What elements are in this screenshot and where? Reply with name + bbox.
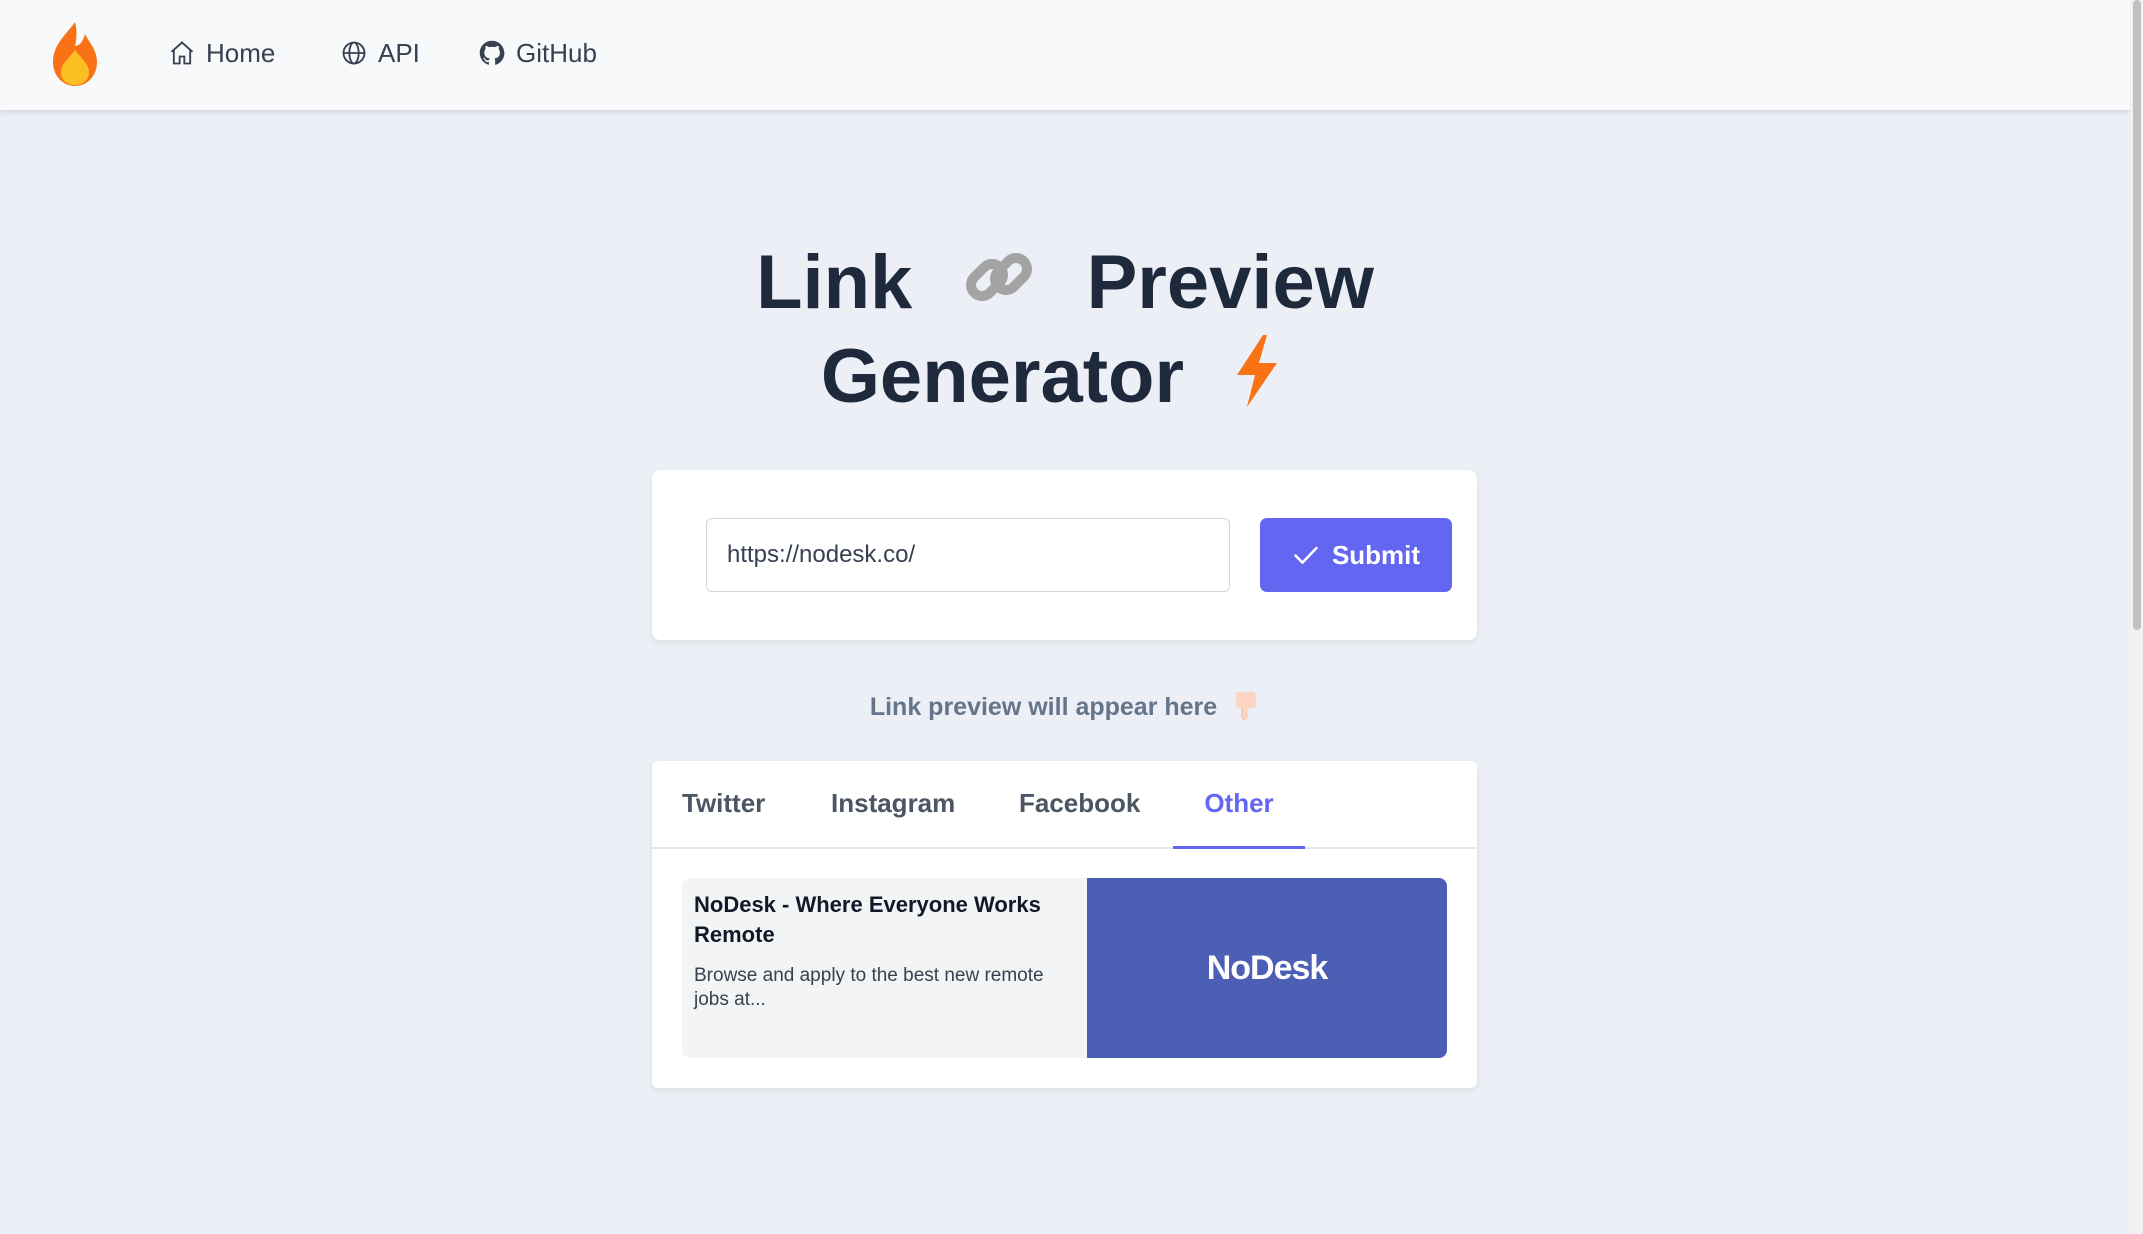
check-icon [1294,546,1318,564]
tab-facebook[interactable]: Facebook [1019,761,1140,847]
title-word-preview: Preview [1086,240,1374,325]
nav-home-label: Home [206,37,276,68]
link-preview-result[interactable]: NoDesk - Where Everyone Works Remote Bro… [682,878,1447,1058]
submit-button[interactable]: Submit [1260,518,1452,592]
lightning-icon [1233,334,1281,429]
top-navbar: Home API GitHub [0,0,2130,110]
title-word-generator: Generator [820,334,1185,419]
preview-hint: Link preview will appear here [0,690,2130,727]
link-preview-description: Browse and apply to the best new remote … [694,965,1044,1010]
tab-twitter[interactable]: Twitter [682,761,765,847]
home-icon [170,41,194,65]
globe-icon [342,41,366,65]
link-preview-brand: NoDesk [1206,948,1329,987]
nav-api-label: API [378,37,420,68]
page-title-line1: Link Preview [0,236,2130,337]
nav-api-link[interactable]: API [340,33,420,73]
scrollbar-thumb[interactable] [2133,0,2141,630]
preview-hint-text: Link preview will appear here [869,693,1218,722]
github-icon [479,40,505,65]
pointing-down-icon [1232,690,1260,727]
page-title-line2: Generator [0,330,2130,429]
nav-github-link[interactable]: GitHub [478,33,597,73]
title-word-link: Link [756,240,913,325]
url-input[interactable] [706,518,1230,592]
nav-github-label: GitHub [516,37,597,68]
tab-other[interactable]: Other [1173,761,1305,849]
tab-instagram[interactable]: Instagram [831,761,955,847]
link-preview-title: NoDesk - Where Everyone Works Remote [694,892,1041,947]
link-preview-image: NoDesk [1087,878,1447,1058]
nav-home-link[interactable]: Home [168,33,275,73]
platform-tabs: Twitter Instagram Facebook Other [652,761,1477,849]
link-preview-text: NoDesk - Where Everyone Works Remote Bro… [682,878,1087,1058]
link-icon [961,239,1037,337]
preview-card: Twitter Instagram Facebook Other NoDesk … [652,761,1477,1088]
submit-label: Submit [1331,539,1421,570]
flame-icon[interactable] [47,20,103,88]
url-form-card: Submit [652,470,1477,640]
